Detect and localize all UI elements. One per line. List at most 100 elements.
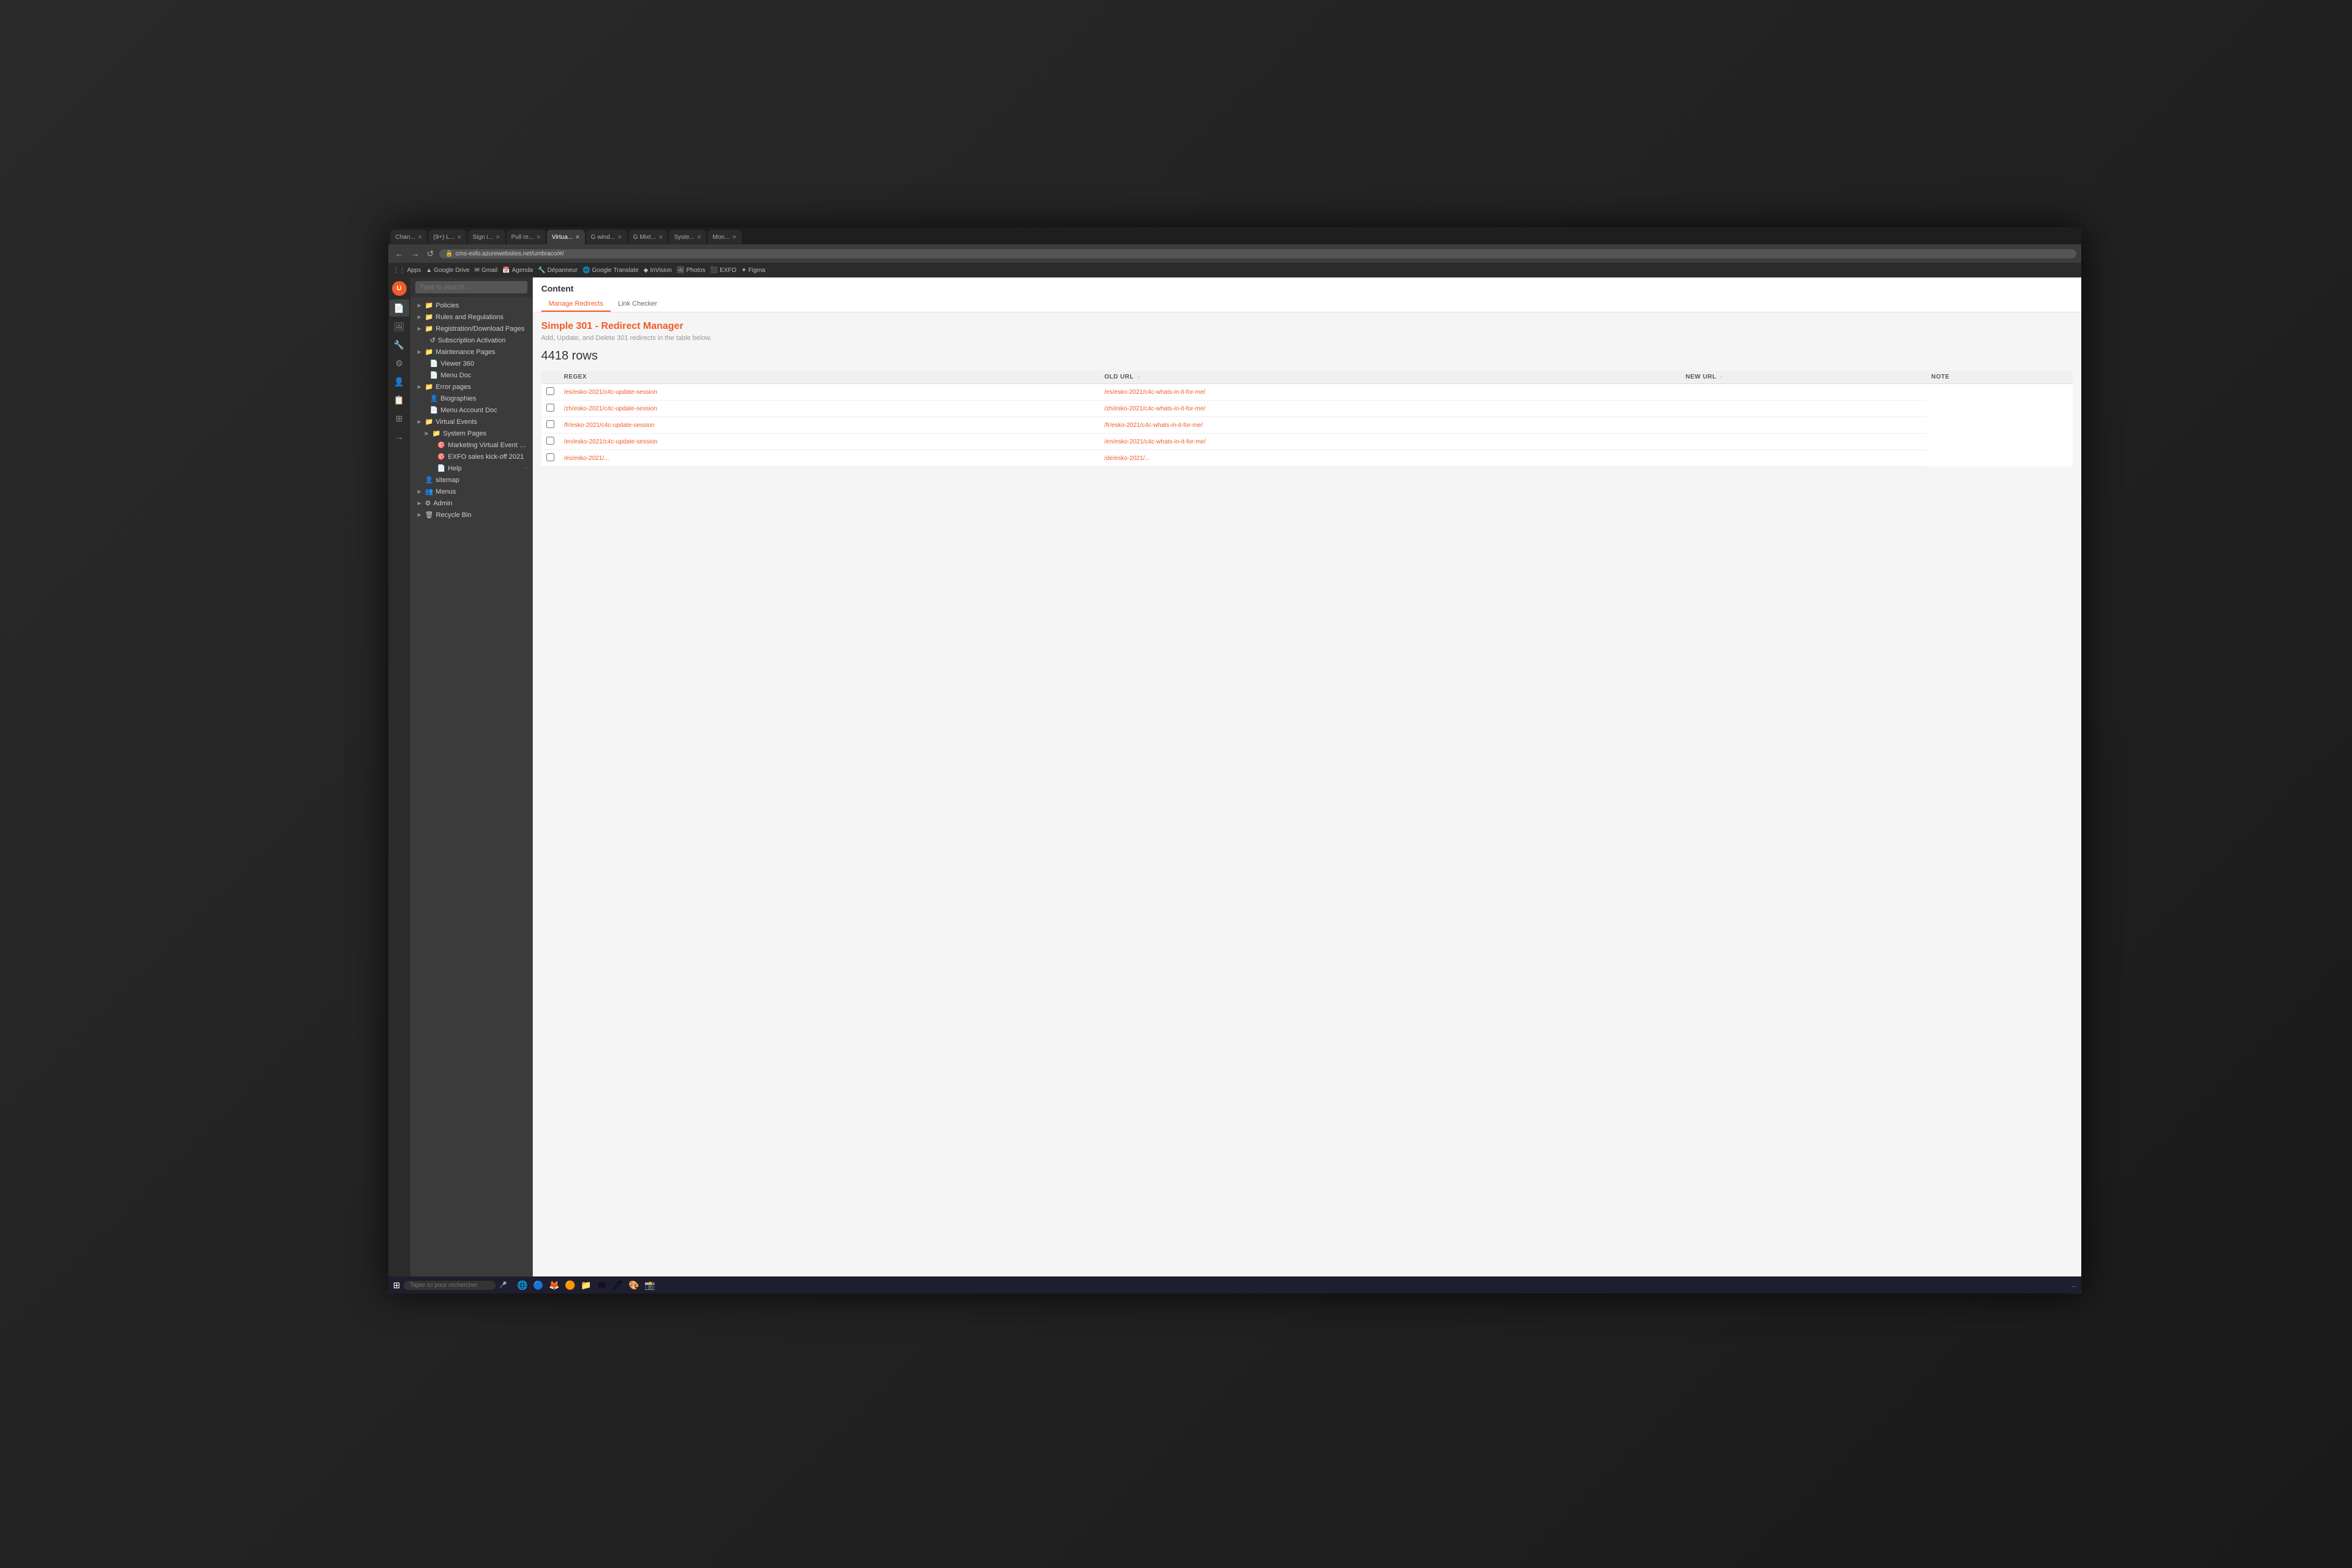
row-checkbox-0[interactable] [546, 387, 554, 395]
settings-icon[interactable]: 🔧 [390, 336, 409, 353]
taskbar-app-8[interactable]: 📸 [643, 1278, 657, 1292]
tree-item-dots[interactable]: ··· [522, 465, 529, 472]
browser-content: U 📄 🖼 🔧 ⚙ 👤 📋 ⊞ → ? ▶ 📁 [388, 277, 2082, 1294]
bookmark-photos[interactable]: 🖼 Photos [677, 267, 706, 274]
row-old-url-3: /en/esko-2021/c4c-update-session [559, 434, 1099, 450]
forms-icon[interactable]: 📋 [390, 391, 409, 409]
search-input[interactable] [415, 281, 527, 293]
tree-label-exfo: EXFO sales kick-off 2021 [448, 453, 524, 461]
tree-item-error[interactable]: ▶ 📁 Error pages [410, 381, 532, 393]
taskbar-app-2[interactable]: 🦊 [548, 1278, 561, 1292]
sort-arrow-old: ↕ [1137, 374, 1140, 380]
table-row: /en/esko-2021/c4c-update-session /en/esk… [541, 434, 2073, 450]
media-icon[interactable]: 🖼 [390, 318, 409, 335]
settings-icon: ⚙ [425, 499, 431, 507]
taskbar-app-3[interactable]: 🟠 [564, 1278, 577, 1292]
row-new-url-1: /zh/esko-2021/c4c-whats-in-it-for-me/ [1099, 401, 1681, 417]
taskbar-app-7[interactable]: 🎨 [627, 1278, 641, 1292]
arrow-admin: ▶ [418, 500, 423, 506]
tree-item-rules[interactable]: ▶ 📁 Rules and Regulations [410, 311, 532, 323]
tree-item-menudoc[interactable]: 📄 Menu Doc [410, 369, 532, 381]
taskbar-app-6[interactable]: 🖊 [611, 1278, 625, 1292]
bookmark-apps[interactable]: ⋮⋮ Apps [393, 267, 421, 274]
gear-icon[interactable]: ⚙ [390, 355, 409, 372]
tree-item-admin[interactable]: ▶ ⚙ Admin [410, 497, 532, 509]
row-checkbox-4[interactable] [546, 453, 554, 461]
users-icon[interactable]: 👤 [390, 373, 409, 390]
tabs-row: Manage Redirects Link Checker [541, 297, 2073, 312]
tab-link-checker[interactable]: Link Checker [611, 297, 665, 312]
row-note-2 [1681, 417, 1926, 434]
tab-manage-redirects[interactable]: Manage Redirects [541, 297, 611, 312]
forward-button[interactable]: → [409, 249, 421, 258]
back-button[interactable]: ← [393, 249, 405, 258]
tab-8[interactable]: Mon...✕ [707, 230, 741, 244]
tree-label-policies: Policies [435, 302, 459, 309]
tree-item-systempages[interactable]: ▶ 📁 System Pages [410, 428, 532, 439]
table-row: /fr/esko-2021/c4c-update-session /fr/esk… [541, 417, 2073, 434]
tab-5[interactable]: G wind...✕ [586, 230, 627, 244]
taskbar-app-0[interactable]: 🌐 [516, 1278, 529, 1292]
bookmark-agenda[interactable]: 📅 Agenda [502, 267, 533, 274]
microphone-icon[interactable]: 🎤 [499, 1282, 507, 1289]
refresh-button[interactable]: ↺ [425, 249, 436, 259]
people-icon: 👤 [430, 394, 439, 402]
tab-3[interactable]: Pull re...✕ [507, 230, 546, 244]
folder-icon: 📁 [425, 383, 434, 391]
bookmark-figma[interactable]: ✦ Figma [741, 267, 765, 274]
tab-6[interactable]: G Mixt...✕ [628, 230, 668, 244]
tree-item-registration[interactable]: ▶ 📁 Registration/Download Pages [410, 323, 532, 334]
address-bar[interactable]: 🔒 cms-exfo.azurewebsites.net/umbraco/#/ [439, 249, 2076, 258]
tree-item-policies[interactable]: ▶ 📁 Policies [410, 300, 532, 311]
taskbar-search-input[interactable] [404, 1281, 496, 1290]
grid-icon[interactable]: ⊞ [390, 410, 409, 427]
tree-item-recyclebin[interactable]: ▶ 🗑 Recycle Bin [410, 509, 532, 521]
tree-item-exfo-kickoff[interactable]: 🎯 EXFO sales kick-off 2021 [410, 451, 532, 462]
folder-icon: 📁 [432, 429, 441, 437]
col-note: NOTE [1926, 371, 2073, 384]
bookmark-drive[interactable]: ▲ Google Drive [426, 267, 469, 274]
taskbar-right: ... [2072, 1282, 2077, 1288]
bookmark-depanneur[interactable]: 🔧 Dépanneur [538, 267, 578, 274]
col-checkbox [541, 371, 559, 384]
content-title: Content [541, 284, 2073, 293]
col-old-url[interactable]: OLD URL ↕ [1099, 371, 1681, 384]
row-checkbox-1[interactable] [546, 404, 554, 412]
deploy-icon[interactable]: → [390, 428, 409, 445]
tab-0[interactable]: Chan...✕ [391, 230, 428, 244]
bookmark-invision[interactable]: ◆ InVision [644, 267, 672, 274]
tree-label-viewer: Viewer 360 [440, 360, 474, 368]
redirect-panel: Simple 301 - Redirect Manager Add, Updat… [533, 312, 2082, 1294]
row-checkbox-3[interactable] [546, 437, 554, 445]
umbraco-logo[interactable]: U [392, 281, 407, 296]
taskbar-app-1[interactable]: 🔵 [532, 1278, 545, 1292]
tab-2[interactable]: Sign i...✕ [468, 230, 505, 244]
taskbar-apps: 🌐 🔵 🦊 🟠 📁 ✉ 🖊 🎨 📸 [516, 1278, 657, 1292]
tree-item-help[interactable]: 📄 Help ··· [410, 462, 532, 474]
tree-item-virtualevents[interactable]: ▶ 📁 Virtual Events [410, 416, 532, 428]
tree-item-marketing[interactable]: 🎯 Marketing Virtual Event Demo [410, 439, 532, 451]
taskbar-app-5[interactable]: ✉ [595, 1278, 609, 1292]
tree-item-maintenance[interactable]: ▶ 📁 Maintenance Pages [410, 346, 532, 358]
bookmark-exfo[interactable]: ⬛ EXFO [710, 267, 737, 274]
row-checkbox-2[interactable] [546, 420, 554, 428]
taskbar-app-4[interactable]: 📁 [579, 1278, 593, 1292]
content-tree: ▶ 📁 Policies ▶ 📁 Rules and Regulations ▶… [410, 277, 533, 1294]
tree-item-subscription[interactable]: ↺ Subscription Activation [410, 334, 532, 346]
tab-4[interactable]: Virtua...✕ [547, 230, 585, 244]
tree-item-biographies[interactable]: 👤 Biographies [410, 393, 532, 404]
col-new-url[interactable]: NEW URL ↕ [1681, 371, 1926, 384]
tree-item-menus[interactable]: ▶ 👥 Menus [410, 486, 532, 497]
start-button[interactable]: ⊞ [393, 1280, 401, 1291]
tree-item-menuaccountdoc[interactable]: 📄 Menu Account Doc [410, 404, 532, 416]
tree-item-viewer360[interactable]: 📄 Viewer 360 [410, 358, 532, 369]
bookmark-translate[interactable]: 🌐 Google Translate [582, 267, 639, 274]
col-regex: REGEX [559, 371, 1099, 384]
doc-icon: 📄 [430, 406, 439, 414]
tab-1[interactable]: (9+) L...✕ [428, 230, 466, 244]
content-icon[interactable]: 📄 [390, 300, 409, 317]
bookmark-gmail[interactable]: ✉ Gmail [475, 267, 498, 274]
tree-item-sitemap[interactable]: 👤 sitemap [410, 474, 532, 486]
folder-icon: 📁 [425, 301, 434, 309]
tab-7[interactable]: Syste...✕ [669, 230, 706, 244]
